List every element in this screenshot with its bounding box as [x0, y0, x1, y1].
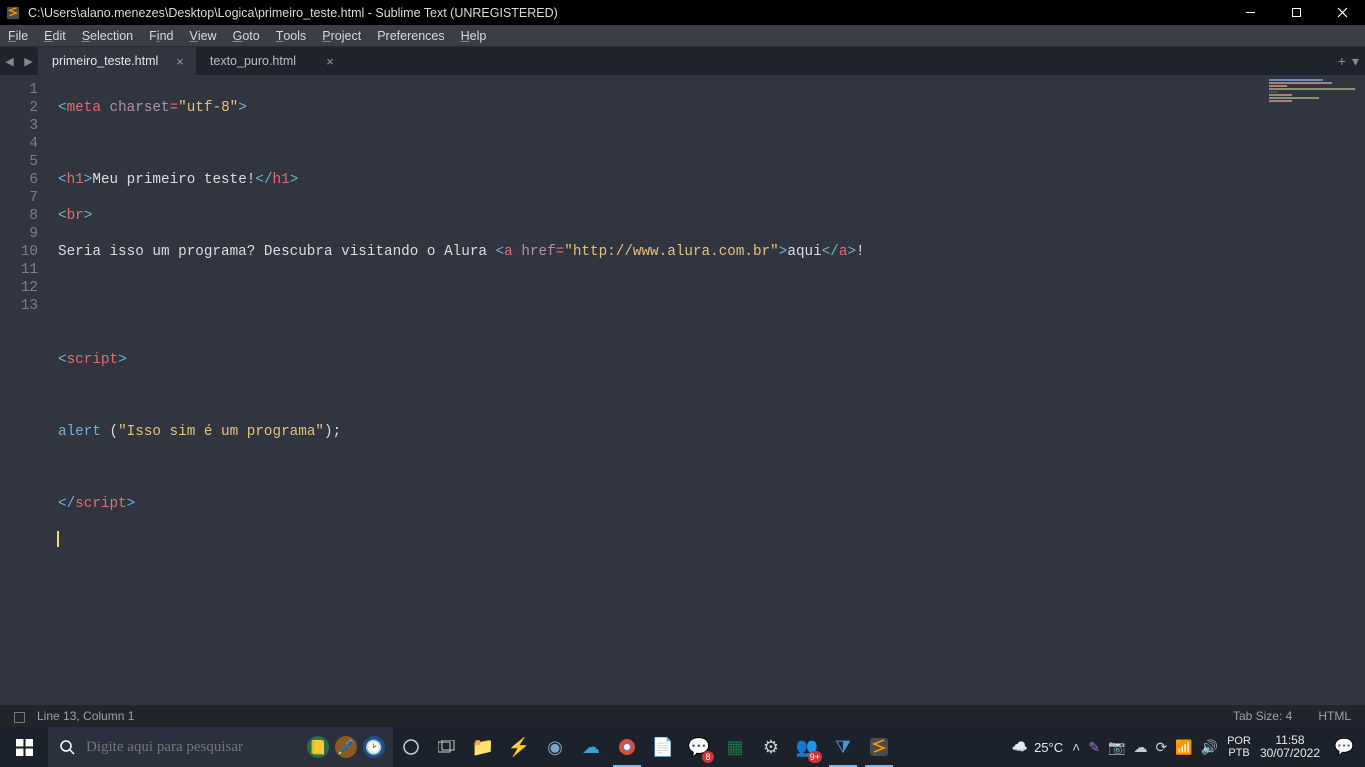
menu-goto[interactable]: Goto	[225, 25, 268, 46]
action-center-icon[interactable]: 💬	[1329, 737, 1359, 757]
code-line-5: Seria isso um programa? Descubra visitan…	[58, 243, 1365, 261]
system-tray: ☁️25°C ˄ ✎ 📷 ☁ ⟳ 📶 🔊 POR PTB 11:58 30/07…	[1012, 727, 1365, 767]
menu-tools[interactable]: Tools	[268, 25, 315, 46]
chrome-icon[interactable]	[609, 727, 645, 767]
task-view-icon[interactable]	[429, 727, 465, 767]
code-line-7	[58, 315, 1365, 333]
search-input[interactable]	[86, 739, 307, 756]
tab-menu-icon[interactable]: ▾	[1352, 53, 1359, 70]
app-icon[interactable]: ☁	[573, 727, 609, 767]
menu-edit[interactable]: Edit	[36, 25, 74, 46]
code-line-11	[58, 459, 1365, 477]
code-line-4: <br>	[58, 207, 1365, 225]
taskbar-search[interactable]: 📒 🖊️ 🕑	[48, 727, 393, 767]
new-tab-icon[interactable]: +	[1338, 53, 1346, 69]
menu-bar: File Edit Selection Find View Goto Tools…	[0, 25, 1365, 47]
highlight-icon[interactable]: 🖊️	[335, 736, 357, 758]
language-indicator[interactable]: POR PTB	[1227, 735, 1251, 759]
tab-close-icon[interactable]: ×	[158, 54, 184, 69]
windows-taskbar: 📒 🖊️ 🕑 📁 ⚡ ◉ ☁ 📄 💬8 ▦ ⚙ 👥9+ ⧩ ☁️25°C ˄ ✎…	[0, 727, 1365, 767]
file-explorer-icon[interactable]: 📁	[465, 727, 501, 767]
menu-help[interactable]: Help	[453, 25, 495, 46]
gutter: 1 2 3 4 5 6 7 8 9 10 11 12 13	[0, 75, 48, 705]
wifi-icon[interactable]: 📶	[1175, 739, 1192, 756]
excel-icon[interactable]: ▦	[717, 727, 753, 767]
nav-forward-icon[interactable]: ▶	[19, 47, 38, 75]
status-bar: Line 13, Column 1 Tab Size: 4 HTML	[0, 705, 1365, 727]
search-icon	[48, 739, 86, 755]
menu-preferences[interactable]: Preferences	[369, 25, 452, 46]
volume-icon[interactable]: 🔊	[1201, 739, 1218, 756]
tab-texto-puro[interactable]: texto_puro.html ×	[196, 47, 346, 75]
minimap[interactable]	[1269, 79, 1359, 119]
vscode-icon[interactable]: ⧩	[825, 727, 861, 767]
tray-app-icon[interactable]: ✎	[1088, 739, 1100, 756]
editor[interactable]: 1 2 3 4 5 6 7 8 9 10 11 12 13 <meta char…	[0, 75, 1365, 705]
code-line-6	[58, 279, 1365, 297]
clock[interactable]: 11:58 30/07/2022	[1260, 734, 1320, 760]
power-automate-icon[interactable]: ⚡	[501, 727, 537, 767]
taskbar-apps: 📁 ⚡ ◉ ☁ 📄 💬8 ▦ ⚙ 👥9+ ⧩	[393, 727, 897, 767]
code-line-13	[58, 531, 1365, 549]
tab-bar: ◀ ▶ primeiro_teste.html × texto_puro.htm…	[0, 47, 1365, 75]
menu-file[interactable]: File	[0, 25, 36, 46]
tray-chevron-icon[interactable]: ˄	[1072, 739, 1080, 755]
highlight-icon[interactable]: 🕑	[363, 736, 385, 758]
app-notes-icon[interactable]: 📄	[645, 727, 681, 767]
minimize-button[interactable]	[1227, 0, 1273, 25]
teams-icon[interactable]: 👥9+	[789, 727, 825, 767]
cortana-icon[interactable]	[393, 727, 429, 767]
cursor-position[interactable]: Line 13, Column 1	[37, 709, 134, 723]
nav-back-icon[interactable]: ◀	[0, 47, 19, 75]
weather-icon: ☁️	[1012, 739, 1028, 755]
sublime-taskbar-icon[interactable]	[861, 727, 897, 767]
menu-view[interactable]: View	[181, 25, 224, 46]
menu-find[interactable]: Find	[141, 25, 181, 46]
highlight-icon[interactable]: 📒	[307, 736, 329, 758]
maximize-button[interactable]	[1273, 0, 1319, 25]
panel-switcher-icon[interactable]	[14, 712, 25, 723]
code-line-9	[58, 387, 1365, 405]
tab-label: primeiro_teste.html	[52, 54, 158, 68]
tab-label: texto_puro.html	[210, 54, 296, 68]
code-line-2	[58, 135, 1365, 153]
tab-size[interactable]: Tab Size: 4	[1233, 709, 1292, 723]
sublime-app-icon	[2, 2, 24, 24]
menu-project[interactable]: Project	[314, 25, 369, 46]
syntax-mode[interactable]: HTML	[1318, 709, 1351, 723]
window-titlebar: C:\Users\alano.menezes\Desktop\Logica\pr…	[0, 0, 1365, 25]
text-cursor	[57, 531, 59, 547]
start-button[interactable]	[0, 727, 48, 767]
code-line-1: <meta charset="utf-8">	[58, 99, 1365, 117]
code-line-8: <script>	[58, 351, 1365, 369]
tray-sync-icon[interactable]: ⟳	[1155, 739, 1167, 756]
window-title: C:\Users\alano.menezes\Desktop\Logica\pr…	[24, 6, 1227, 20]
settings-icon[interactable]: ⚙	[753, 727, 789, 767]
menu-selection[interactable]: Selection	[74, 25, 141, 46]
weather-widget[interactable]: ☁️25°C	[1012, 739, 1063, 755]
tab-primeiro-teste[interactable]: primeiro_teste.html ×	[38, 47, 196, 75]
search-highlights: 📒 🖊️ 🕑	[307, 736, 393, 758]
onedrive-icon[interactable]: ☁	[1133, 739, 1147, 756]
code-line-10: alert ("Isso sim é um programa");	[58, 423, 1365, 441]
steam-icon[interactable]: ◉	[537, 727, 573, 767]
whatsapp-icon[interactable]: 💬8	[681, 727, 717, 767]
tab-close-icon[interactable]: ×	[308, 54, 334, 69]
tray-camera-icon[interactable]: 📷	[1108, 739, 1125, 756]
code-line-12: </script>	[58, 495, 1365, 513]
code-area[interactable]: <meta charset="utf-8"> <h1>Meu primeiro …	[48, 75, 1365, 705]
code-line-3: <h1>Meu primeiro teste!</h1>	[58, 171, 1365, 189]
close-button[interactable]	[1319, 0, 1365, 25]
